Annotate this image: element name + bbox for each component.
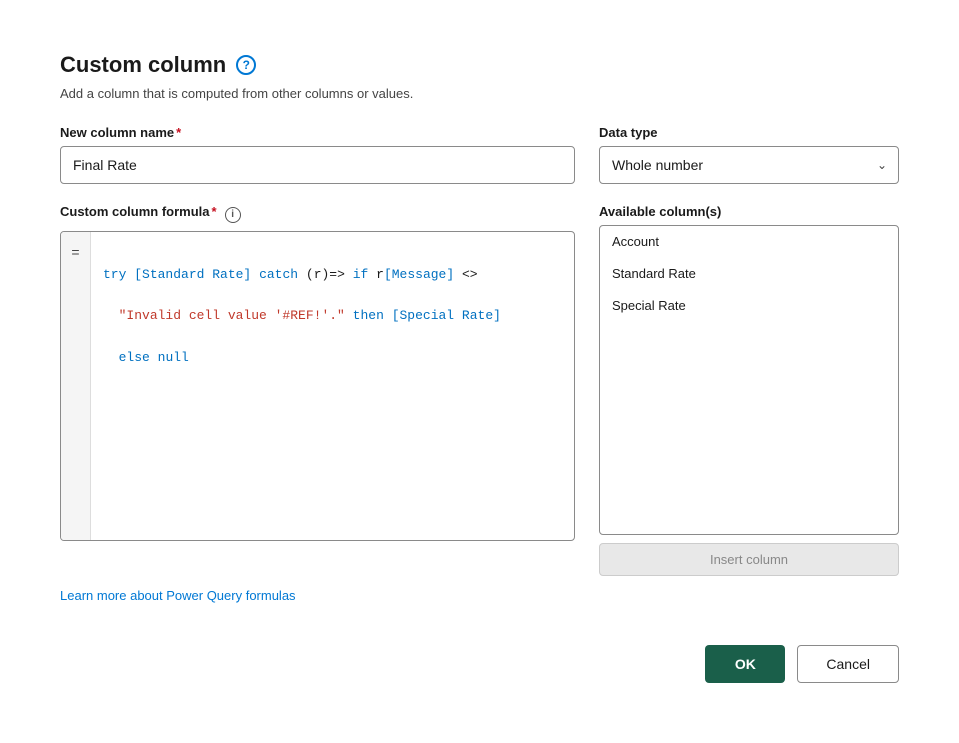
column-name-section: New column name* bbox=[60, 125, 575, 184]
data-type-select[interactable]: Whole number Decimal number Text Date Tr… bbox=[599, 146, 899, 184]
dialog-subtitle: Add a column that is computed from other… bbox=[60, 86, 899, 101]
column-name-label: New column name* bbox=[60, 125, 575, 140]
available-columns-section: Available column(s) Account Standard Rat… bbox=[599, 204, 899, 576]
learn-more-link[interactable]: Learn more about Power Query formulas bbox=[60, 588, 296, 603]
cancel-button[interactable]: Cancel bbox=[797, 645, 899, 683]
formula-section: Custom column formula* i = try [Standard… bbox=[60, 204, 899, 576]
formula-label-row: Custom column formula* i bbox=[60, 204, 575, 225]
formula-info-icon[interactable]: i bbox=[225, 207, 241, 223]
data-type-label: Data type bbox=[599, 125, 899, 140]
ok-button[interactable]: OK bbox=[705, 645, 785, 683]
formula-editor[interactable]: try [Standard Rate] catch (r)=> if r[Mes… bbox=[91, 232, 574, 540]
column-name-input[interactable] bbox=[60, 146, 575, 184]
formula-col-left: Custom column formula* i = try [Standard… bbox=[60, 204, 575, 541]
insert-column-button[interactable]: Insert column bbox=[599, 543, 899, 576]
data-type-section: Data type Whole number Decimal number Te… bbox=[599, 125, 899, 184]
list-item[interactable]: Account bbox=[600, 226, 898, 258]
dialog-title: Custom column bbox=[60, 52, 226, 78]
list-item[interactable]: Special Rate bbox=[600, 290, 898, 322]
available-columns-list: Account Standard Rate Special Rate bbox=[599, 225, 899, 535]
formula-label: Custom column formula* bbox=[60, 204, 217, 219]
formula-equals-sign: = bbox=[61, 232, 91, 540]
data-type-select-wrapper: Whole number Decimal number Text Date Tr… bbox=[599, 146, 899, 184]
list-item[interactable]: Standard Rate bbox=[600, 258, 898, 290]
top-form-row: New column name* Data type Whole number … bbox=[60, 125, 899, 184]
help-icon[interactable]: ? bbox=[236, 55, 256, 75]
custom-column-dialog: Custom column ? Add a column that is com… bbox=[20, 20, 939, 723]
formula-container: = try [Standard Rate] catch (r)=> if r[M… bbox=[60, 231, 575, 541]
available-columns-label: Available column(s) bbox=[599, 204, 899, 219]
footer-buttons: OK Cancel bbox=[60, 645, 899, 683]
dialog-header: Custom column ? bbox=[60, 52, 899, 78]
